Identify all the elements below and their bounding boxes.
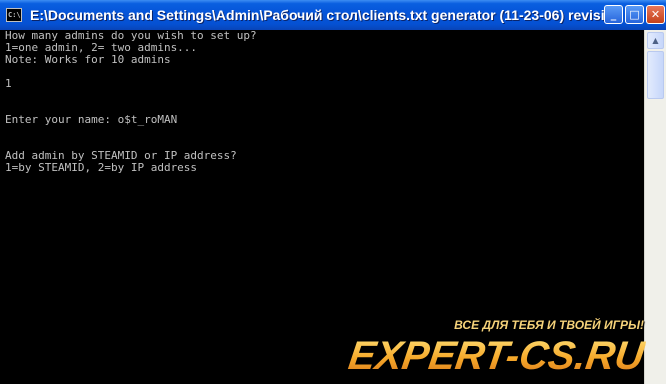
watermark-logo: EXPERT-CS.RU (346, 334, 648, 378)
window-title: E:\Documents and Settings\Admin\Рабочий … (30, 7, 608, 23)
console-window: C:\ E:\Documents and Settings\Admin\Рабо… (0, 0, 666, 384)
site-watermark: ВСЕ ДЛЯ ТЕБЯ И ТВОЕЙ ИГРЫ! EXPERT-CS.RU (314, 318, 648, 382)
scrollbar-thumb[interactable] (647, 51, 664, 99)
minimize-icon: _ (610, 8, 617, 21)
maximize-button[interactable]: □ (625, 5, 644, 24)
close-icon: ✕ (650, 8, 661, 21)
console-line: Note: Works for 10 admins (5, 53, 171, 66)
watermark-tagline: ВСЕ ДЛЯ ТЕБЯ И ТВОЕЙ ИГРЫ! (454, 318, 644, 332)
console-app-icon[interactable]: C:\ (6, 8, 22, 22)
maximize-icon: □ (629, 8, 640, 21)
console-line: Enter your name: o$t_roMAN (5, 113, 178, 126)
title-bar[interactable]: C:\ E:\Documents and Settings\Admin\Рабо… (0, 0, 666, 30)
scroll-up-button[interactable]: ▲ (647, 32, 664, 49)
close-button[interactable]: ✕ (646, 5, 665, 24)
minimize-button[interactable]: _ (604, 5, 623, 24)
console-line: 1 (5, 77, 12, 90)
console-line: 1=by STEAMID, 2=by IP address (5, 161, 198, 174)
vertical-scrollbar[interactable]: ▲ (644, 30, 666, 384)
chevron-up-icon: ▲ (652, 36, 659, 45)
